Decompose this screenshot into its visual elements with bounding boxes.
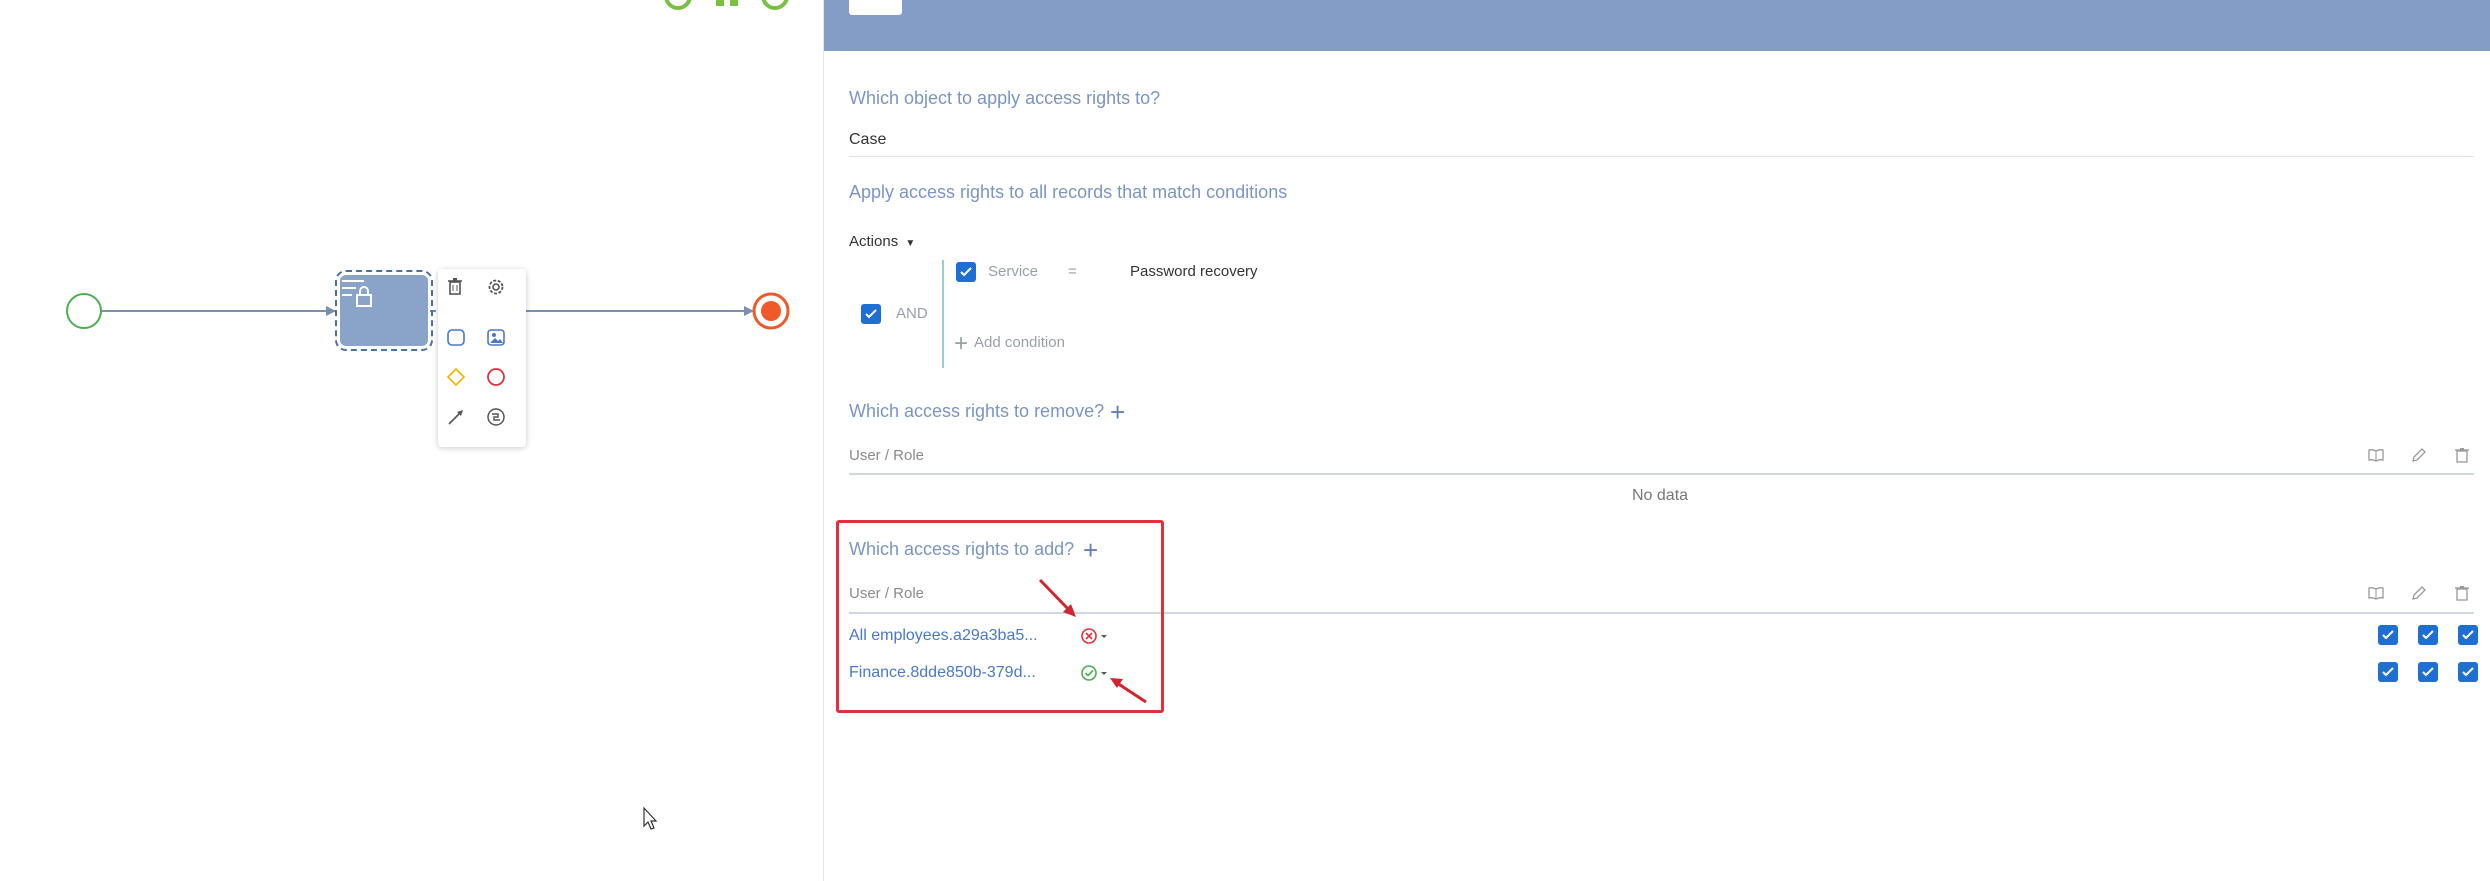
image-task-icon[interactable] bbox=[486, 327, 516, 357]
annotation-arrows bbox=[1038, 578, 1147, 704]
delete-right-checkbox[interactable] bbox=[2458, 625, 2478, 645]
read-right-checkbox[interactable] bbox=[2378, 662, 2398, 682]
delete-right-checkbox[interactable] bbox=[2458, 662, 2478, 682]
subprocess-icon[interactable] bbox=[486, 407, 516, 437]
no-data-text: No data bbox=[1632, 487, 1689, 504]
top-toolbar-icon-3[interactable] bbox=[761, 0, 789, 10]
read-rights-book-icon[interactable] bbox=[2367, 446, 2385, 464]
element-toolbox bbox=[438, 269, 526, 447]
edit-right-checkbox[interactable] bbox=[2418, 662, 2438, 682]
annotation-arrow-1 bbox=[1038, 578, 1073, 614]
edit-rights-pencil-icon[interactable] bbox=[2410, 584, 2428, 602]
element-properties-panel: Which object to apply access rights to? … bbox=[823, 0, 2490, 881]
change-access-rights-task[interactable] bbox=[335, 270, 433, 351]
settings-icon[interactable] bbox=[486, 277, 516, 307]
read-rights-book-icon[interactable] bbox=[2367, 584, 2385, 602]
end-event-icon[interactable] bbox=[486, 367, 516, 397]
mouse-cursor-icon bbox=[643, 806, 658, 830]
start-event[interactable] bbox=[66, 293, 102, 329]
delete-rights-trash-icon[interactable] bbox=[2453, 584, 2471, 602]
process-designer-canvas[interactable] bbox=[0, 0, 823, 881]
process-diagram bbox=[66, 0, 790, 830]
delete-icon[interactable] bbox=[446, 277, 476, 307]
connector-icon[interactable] bbox=[446, 407, 476, 437]
delete-rights-trash-icon[interactable] bbox=[2453, 446, 2471, 464]
annotation-arrow-2 bbox=[1116, 681, 1147, 704]
user-task-icon[interactable] bbox=[446, 327, 476, 357]
top-toolbar-icon-1[interactable] bbox=[664, 0, 692, 10]
access-rights-task-icon bbox=[342, 280, 372, 307]
edit-right-checkbox[interactable] bbox=[2418, 625, 2438, 645]
gateway-icon[interactable] bbox=[446, 367, 476, 397]
edit-rights-pencil-icon[interactable] bbox=[2410, 446, 2428, 464]
top-toolbar-icon-2[interactable] bbox=[716, 0, 738, 6]
read-right-checkbox[interactable] bbox=[2378, 625, 2398, 645]
